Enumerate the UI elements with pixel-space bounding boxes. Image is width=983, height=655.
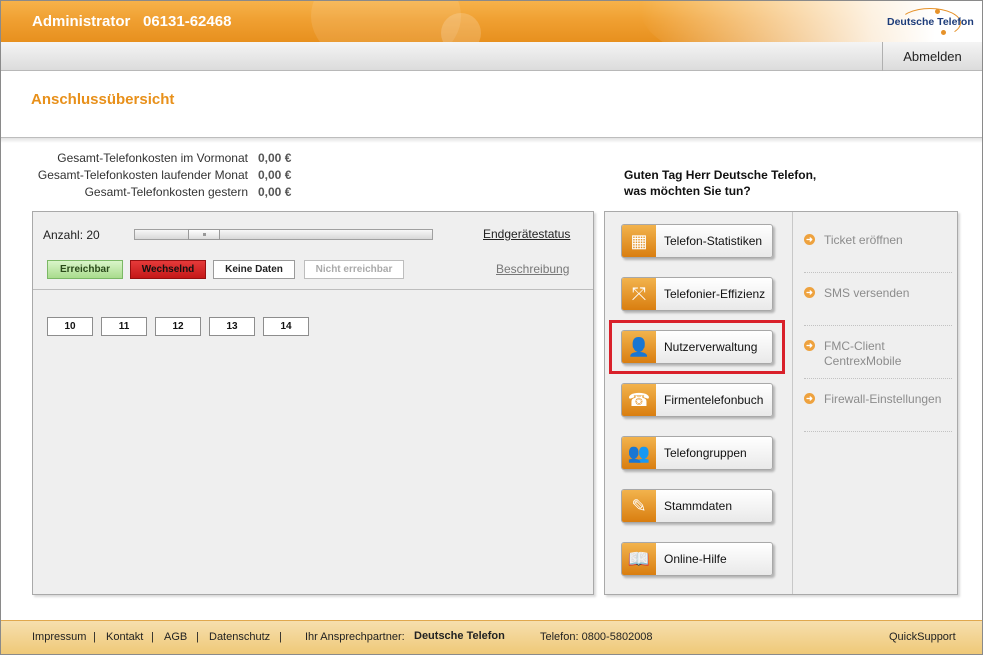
side-link-label: FMC-Client CentrexMobile	[824, 339, 902, 368]
action-label: Firmentelefonbuch	[664, 393, 764, 407]
actions-panel: ▦ Telefon-Statistiken ⤧ Telefonier-Effiz…	[604, 211, 958, 595]
device-status-panel: Anzahl: 20 Endgerätestatus Erreichbar We…	[32, 211, 594, 595]
footer-phone: Telefon: 0800-5802008	[540, 631, 653, 643]
logo-dot-icon	[941, 30, 946, 35]
arrow-right-icon: ➜	[804, 287, 815, 298]
user-phone-number: 06131-62468	[143, 13, 232, 30]
device-count: Anzahl: 20	[43, 228, 100, 242]
footer-separator: |	[93, 631, 96, 643]
cost-value: 0,00 €	[258, 151, 292, 165]
toolbar: Abmelden	[1, 42, 982, 71]
panel-divider	[33, 289, 593, 290]
action-label: Telefon-Statistiken	[664, 234, 763, 248]
legend-changing[interactable]: Wechselnd	[130, 260, 206, 279]
header-bar: Administrator 06131-62468 Deutsche Telef…	[1, 1, 982, 42]
slider-thumb[interactable]	[188, 229, 220, 240]
ticket-link[interactable]: ➜ Ticket eröffnen	[804, 233, 954, 249]
side-link-label: Firewall-Einstellungen	[824, 392, 942, 406]
masterdata-icon: ✎	[622, 490, 656, 522]
footer: Impressum | Kontakt | AGB | Datenschutz …	[1, 620, 982, 654]
action-label: Telefongruppen	[664, 446, 747, 460]
telefonier-effizienz-button[interactable]: ⤧ Telefonier-Effizienz	[621, 277, 773, 311]
cost-row: Gesamt-Telefonkosten gestern 0,00 €	[20, 184, 320, 201]
device-status-link[interactable]: Endgerätestatus	[483, 227, 570, 241]
header-decoration	[441, 13, 481, 42]
panel-separator	[792, 212, 793, 594]
kontakt-link[interactable]: Kontakt	[106, 631, 143, 643]
statistics-icon: ▦	[622, 225, 656, 257]
title-divider	[1, 138, 982, 143]
action-label: Nutzerverwaltung	[664, 340, 758, 354]
description-link[interactable]: Beschreibung	[496, 262, 569, 276]
firewall-link[interactable]: ➜ Firewall-Einstellungen	[804, 392, 954, 408]
telefongruppen-button[interactable]: 👥 Telefongruppen	[621, 436, 773, 470]
greeting-question: was möchten Sie tun?	[624, 184, 751, 198]
help-book-icon: 📖	[622, 543, 656, 575]
telefon-statistiken-button[interactable]: ▦ Telefon-Statistiken	[621, 224, 773, 258]
cost-value: 0,00 €	[258, 185, 292, 199]
side-separator	[804, 431, 952, 432]
side-separator	[804, 272, 952, 273]
device-count-slider[interactable]	[134, 229, 433, 240]
action-label: Stammdaten	[664, 499, 733, 513]
device-slot[interactable]: 13	[209, 317, 255, 336]
device-slot[interactable]: 11	[101, 317, 147, 336]
stammdaten-button[interactable]: ✎ Stammdaten	[621, 489, 773, 523]
page-title: Anschlussübersicht	[31, 91, 175, 108]
device-slot[interactable]: 12	[155, 317, 201, 336]
footer-separator: |	[279, 631, 282, 643]
user-icon: 👤	[622, 331, 656, 363]
cost-summary: Gesamt-Telefonkosten im Vormonat 0,00 € G…	[20, 150, 320, 201]
side-separator	[804, 378, 952, 379]
cost-label: Gesamt-Telefonkosten im Vormonat	[57, 151, 248, 165]
footer-separator: |	[151, 631, 154, 643]
partner-name: Deutsche Telefon	[414, 630, 505, 642]
logo-dot-icon	[935, 9, 940, 14]
greeting: Guten Tag Herr Deutsche Telefon, was möc…	[624, 167, 816, 199]
sms-link[interactable]: ➜ SMS versenden	[804, 286, 954, 302]
greeting-line: Guten Tag Herr Deutsche Telefon,	[624, 168, 817, 182]
cost-row: Gesamt-Telefonkosten laufender Monat 0,00…	[20, 167, 320, 184]
side-separator	[804, 325, 952, 326]
title-area: Anschlussübersicht	[1, 71, 982, 138]
footer-separator: |	[196, 631, 199, 643]
legend-reachable[interactable]: Erreichbar	[47, 260, 123, 279]
arrow-right-icon: ➜	[804, 340, 815, 351]
side-link-label: SMS versenden	[824, 286, 910, 300]
device-slot[interactable]: 10	[47, 317, 93, 336]
side-link-label: Ticket eröffnen	[824, 233, 903, 247]
fmc-client-link[interactable]: ➜ FMC-Client CentrexMobile	[804, 339, 954, 371]
arrow-right-icon: ➜	[804, 393, 815, 404]
user-role: Administrator	[32, 13, 131, 30]
cost-label: Gesamt-Telefonkosten gestern	[84, 185, 248, 199]
action-label: Online-Hilfe	[664, 552, 727, 566]
efficiency-icon: ⤧	[622, 278, 656, 310]
cost-value: 0,00 €	[258, 168, 292, 182]
phonebook-icon: ☎	[622, 384, 656, 416]
impressum-link[interactable]: Impressum	[32, 631, 86, 643]
brand-logo: Deutsche Telefon	[881, 6, 974, 38]
action-label: Telefonier-Effizienz	[664, 287, 766, 301]
online-hilfe-button[interactable]: 📖 Online-Hilfe	[621, 542, 773, 576]
quicksupport-link[interactable]: QuickSupport	[889, 631, 956, 643]
nutzerverwaltung-button[interactable]: 👤 Nutzerverwaltung	[621, 330, 773, 364]
legend-unreachable[interactable]: Nicht erreichbar	[304, 260, 404, 279]
firmentelefonbuch-button[interactable]: ☎ Firmentelefonbuch	[621, 383, 773, 417]
logo-text: Deutsche Telefon	[887, 16, 974, 28]
legend-no-data[interactable]: Keine Daten	[213, 260, 295, 279]
group-icon: 👥	[622, 437, 656, 469]
device-slot[interactable]: 14	[263, 317, 309, 336]
cost-label: Gesamt-Telefonkosten laufender Monat	[37, 168, 248, 182]
partner-label: Ihr Ansprechpartner:	[305, 631, 405, 643]
arrow-right-icon: ➜	[804, 234, 815, 245]
datenschutz-link[interactable]: Datenschutz	[209, 631, 270, 643]
logout-button[interactable]: Abmelden	[882, 42, 982, 71]
agb-link[interactable]: AGB	[164, 631, 187, 643]
header-decoration	[311, 1, 461, 42]
cost-row: Gesamt-Telefonkosten im Vormonat 0,00 €	[20, 150, 320, 167]
